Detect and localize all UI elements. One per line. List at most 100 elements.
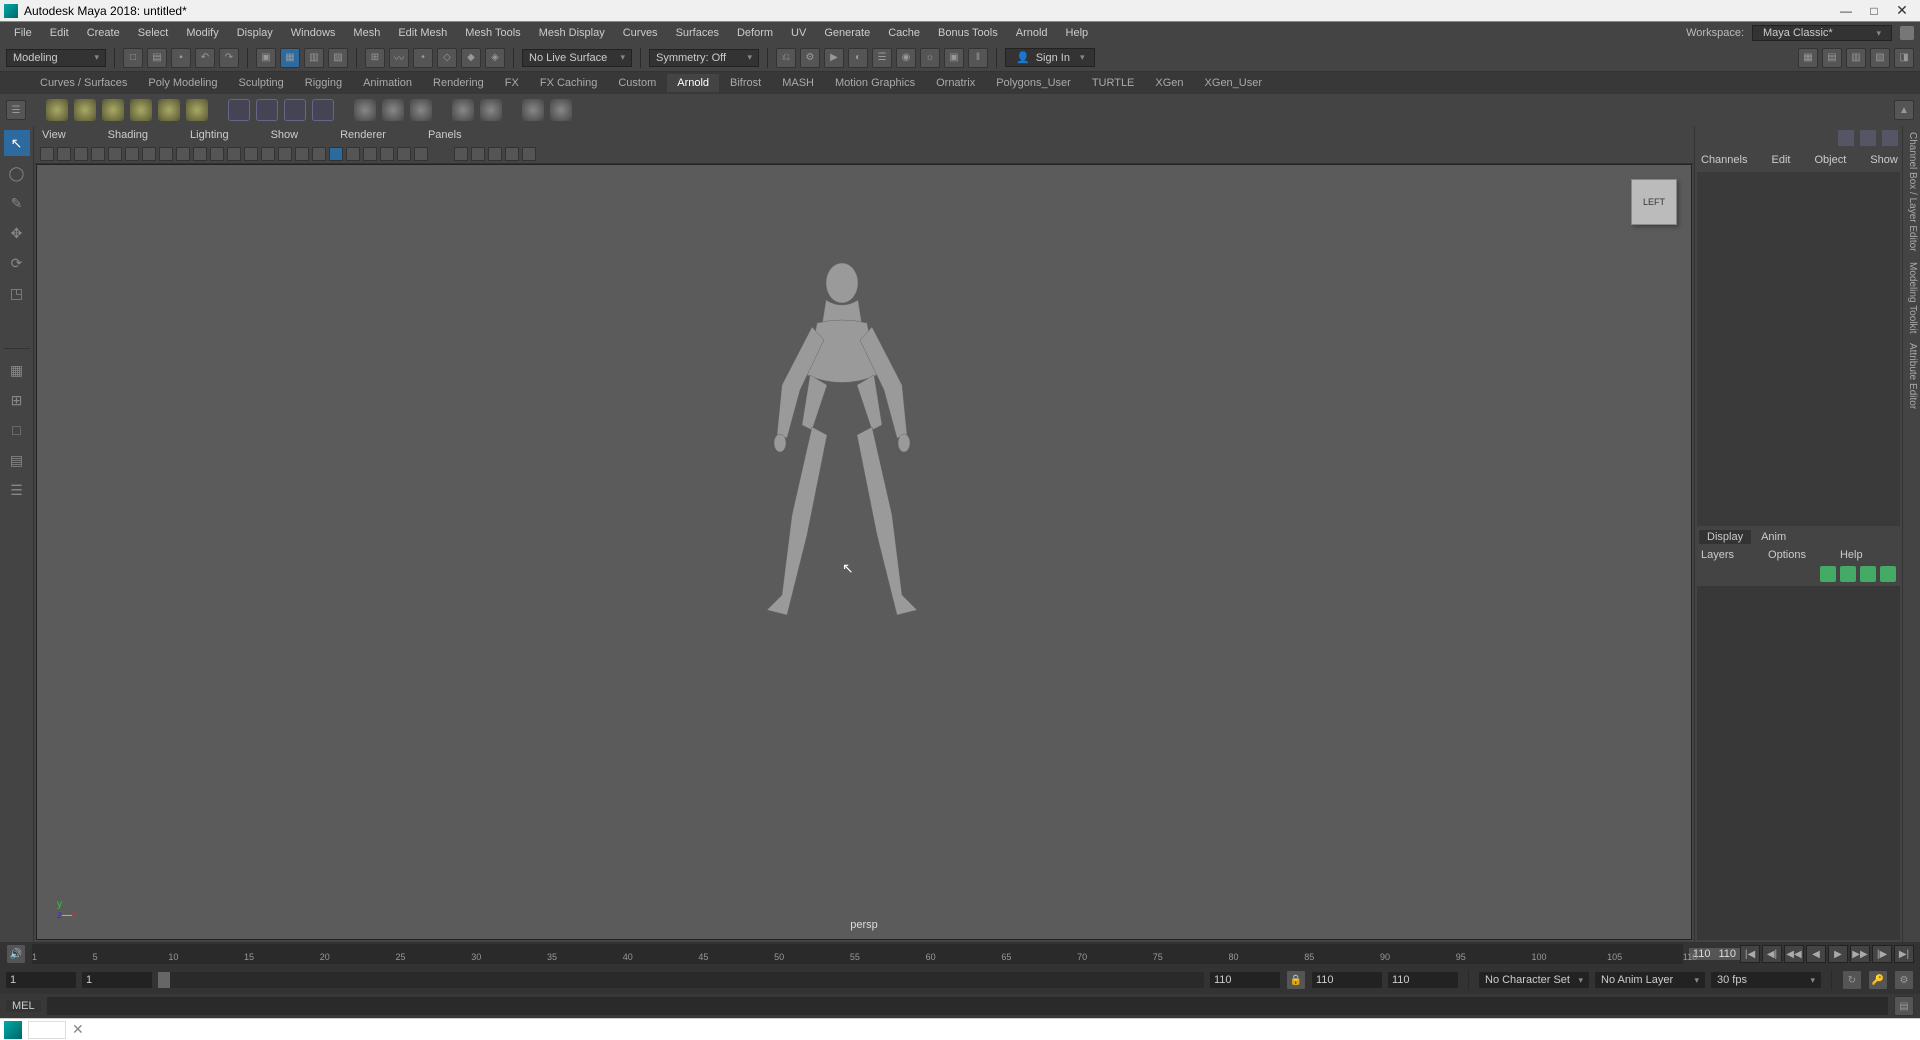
vp-menu-lighting[interactable]: Lighting [190,129,229,141]
shelf-tab-motion-graphics[interactable]: Motion Graphics [825,74,925,92]
undo-icon[interactable]: ↶ [195,48,215,68]
grid-layout-icon[interactable]: ⊞ [4,387,30,413]
layer-add-icon[interactable] [1860,566,1876,582]
arnold-mesh-light-icon[interactable] [74,99,96,121]
save-scene-icon[interactable]: ▪ [171,48,191,68]
menu-generate[interactable]: Generate [816,25,878,41]
viewcube[interactable]: LEFT [1631,179,1677,225]
vp-grease-icon[interactable] [108,147,122,161]
command-input[interactable] [47,997,1888,1015]
vp-menu-shading[interactable]: Shading [108,129,148,141]
arnold-ipr-icon[interactable] [550,99,572,121]
select-mask-icon[interactable]: ▧ [328,48,348,68]
step-fwd-key-icon[interactable]: |▶ [1872,945,1892,963]
snap-live-icon[interactable]: ◆ [461,48,481,68]
arnold-light-portal-icon[interactable] [158,99,180,121]
layer-tab-anim[interactable]: Anim [1753,530,1794,544]
current-frame-field[interactable]: 110 [1714,948,1740,960]
vp-film-gate-icon[interactable] [142,147,156,161]
menu-mesh-tools[interactable]: Mesh Tools [457,25,528,41]
snap-point-icon[interactable]: • [413,48,433,68]
shelf-tab-poly-modeling[interactable]: Poly Modeling [138,74,227,92]
menu-edit-mesh[interactable]: Edit Mesh [390,25,455,41]
menu-surfaces[interactable]: Surfaces [668,25,727,41]
layer-menu-help[interactable]: Help [1840,549,1863,561]
panel-toggle-3-icon[interactable]: ▥ [1846,48,1866,68]
arnold-standin-icon[interactable] [228,99,250,121]
prefs-icon[interactable]: ⚙ [1894,970,1914,990]
shelf-tab-polygons-user[interactable]: Polygons_User [986,74,1081,92]
menu-display[interactable]: Display [229,25,281,41]
vp-select-cam-icon[interactable] [40,147,54,161]
taskbar-close-icon[interactable]: ✕ [72,1021,84,1038]
menu-mesh[interactable]: Mesh [345,25,388,41]
side-tab-attribute-editor[interactable]: Attribute Editor [1905,343,1918,409]
vp-ao-icon[interactable] [329,147,343,161]
range-track[interactable] [158,972,1204,988]
workspace-dropdown[interactable]: Maya Classic* [1752,25,1892,41]
layer-list[interactable] [1697,586,1900,940]
shelf-tab-curves-surfaces[interactable]: Curves / Surfaces [30,74,137,92]
fps-dropdown[interactable]: 30 fps [1711,972,1821,988]
select-object-icon[interactable]: ▣ [256,48,276,68]
vp-res-gate-icon[interactable] [159,147,173,161]
arnold-render-icon[interactable] [354,99,376,121]
shelf-menu-icon[interactable]: ☰ [6,100,26,120]
mode-dropdown[interactable]: Modeling [6,49,106,67]
side-tab-channel-box-layer-editor[interactable]: Channel Box / Layer Editor [1905,132,1918,252]
panel-toggle-1-icon[interactable]: ▦ [1798,48,1818,68]
vp-view-transform-icon[interactable] [488,147,502,161]
menu-deform[interactable]: Deform [729,25,781,41]
symmetry-field[interactable]: Symmetry: Off [649,49,759,67]
history-icon[interactable]: ⎌ [776,48,796,68]
vp-safe-action-icon[interactable] [210,147,224,161]
shelf-tab-custom[interactable]: Custom [608,74,666,92]
shelf-tab-ornatrix[interactable]: Ornatrix [926,74,985,92]
vp-expose-icon[interactable] [454,147,468,161]
menu-curves[interactable]: Curves [615,25,666,41]
vp-menu-renderer[interactable]: Renderer [340,129,386,141]
step-back-key-icon[interactable]: ◀| [1762,945,1782,963]
side-tab-modeling-toolkit[interactable]: Modeling Toolkit [1905,262,1918,334]
paint-select-tool-icon[interactable]: ✎ [4,190,30,216]
menu-arnold[interactable]: Arnold [1008,25,1056,41]
vp-aa-icon[interactable] [363,147,377,161]
menu-mesh-display[interactable]: Mesh Display [531,25,613,41]
shelf-tab-sculpting[interactable]: Sculpting [229,74,294,92]
open-scene-icon[interactable]: ▤ [147,48,167,68]
shelf-tab-bifrost[interactable]: Bifrost [720,74,771,92]
arnold-skydome-icon[interactable] [130,99,152,121]
vp-textured-icon[interactable] [278,147,292,161]
menu-help[interactable]: Help [1058,25,1097,41]
menu-create[interactable]: Create [79,25,128,41]
four-layout-icon[interactable]: ▤ [4,447,30,473]
menu-windows[interactable]: Windows [283,25,344,41]
vp-grid-icon[interactable] [125,147,139,161]
shelf-tab-animation[interactable]: Animation [353,74,422,92]
select-tool-icon[interactable]: ↖ [4,130,30,156]
signin-button[interactable]: 👤 Sign In [1005,48,1095,67]
cb-menu-object[interactable]: Object [1814,154,1846,166]
menu-cache[interactable]: Cache [880,25,928,41]
taskbar-blank-icon[interactable] [28,1021,66,1039]
render-icon[interactable]: ▶ [824,48,844,68]
arnold-import-icon[interactable] [480,99,502,121]
ts-sound-icon[interactable]: 🔊 [6,944,26,964]
layer-empty-icon[interactable] [1880,566,1896,582]
time-track[interactable]: 1510152025303540455055606570758085909510… [32,944,1683,964]
playblast-icon[interactable]: ▣ [944,48,964,68]
arnold-photometric-icon[interactable] [102,99,124,121]
vp-gate-mask-icon[interactable] [176,147,190,161]
shelf-tab-xgen-user[interactable]: XGen_User [1195,74,1272,92]
arnold-curve-icon[interactable] [256,99,278,121]
snap-curve-icon[interactable]: 〰 [389,48,409,68]
new-scene-icon[interactable]: □ [123,48,143,68]
vp-gamma-icon[interactable] [471,147,485,161]
construction-icon[interactable]: ⚙ [800,48,820,68]
layer-vis-icon[interactable] [1820,566,1836,582]
arnold-tx-icon[interactable] [410,99,432,121]
animlayer-dropdown[interactable]: No Anim Layer [1595,972,1705,988]
cb-icon-1[interactable] [1838,130,1854,146]
shelf-tab-xgen[interactable]: XGen [1145,74,1193,92]
vp-bg-color-icon[interactable] [505,147,519,161]
